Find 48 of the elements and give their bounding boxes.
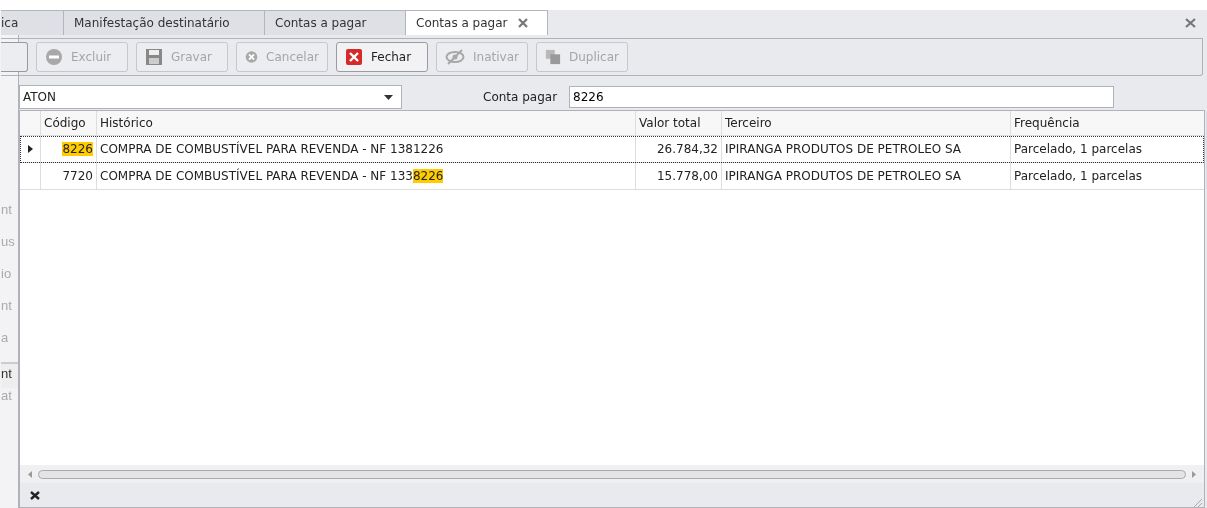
table-cell: Parcelado, 1 parcelas [1011, 136, 1207, 162]
close-icon[interactable] [1185, 17, 1196, 28]
table-cell: 26.784,32 [636, 136, 722, 162]
table-row[interactable]: 7720 COMPRA DE COMBUSTÍVEL PARA REVENDA - NF 1338226 15.778,00 IPIRANGA PRODUTOS DE PETROLEO SA Parcelado, 1 parcelas [20, 163, 1204, 190]
table-row[interactable]: 8226 COMPRA DE COMBUSTÍVEL PARA REVENDA - NF 1381226 26.784,32 IPIRANGA PRODUTOS DE PETROLEO SA Parcelado, 1 parcelas [20, 136, 1204, 163]
close-icon [345, 48, 363, 66]
account-label: Conta pagar [483, 90, 559, 104]
partial-label: at [1, 388, 13, 405]
minus-icon [45, 48, 63, 66]
partial-label: a [1, 330, 10, 347]
partial-label: nt [1, 362, 18, 388]
partial-label: io [1, 266, 13, 283]
scroll-left-icon[interactable] [28, 470, 32, 478]
resize-grip-icon[interactable] [1192, 497, 1202, 507]
table-cell: 8226 [41, 136, 97, 162]
column-header[interactable]: Histórico [97, 111, 636, 135]
table-cell: COMPRA DE COMBUSTÍVEL PARA REVENDA - NF 1338226 [97, 163, 636, 189]
tab[interactable]: Contas a pagar [264, 10, 406, 35]
column-header[interactable]: Frequência [1011, 111, 1207, 135]
tab[interactable]: Manifestação destinatário [63, 10, 265, 35]
partial-label: us [1, 234, 16, 251]
column-header[interactable]: Código [41, 111, 97, 135]
table-cell: 15.778,00 [636, 163, 722, 189]
tab[interactable]: ica [1, 10, 64, 35]
tab[interactable]: Contas a pagar [405, 10, 548, 35]
table-cell: IPIRANGA PRODUTOS DE PETROLEO SA [722, 136, 1011, 162]
scrollbar-thumb[interactable] [38, 469, 1186, 479]
column-header[interactable]: Valor total [636, 111, 722, 135]
crossed-eye-icon [445, 49, 465, 65]
table-cell: COMPRA DE COMBUSTÍVEL PARA REVENDA - NF 1381226 [97, 136, 636, 162]
scroll-right-icon[interactable] [1192, 470, 1196, 478]
column-header[interactable]: Terceiro [722, 111, 1011, 135]
partial-label: nt [1, 202, 13, 219]
close-icon[interactable] [517, 18, 528, 28]
dropdown-arrow-icon [384, 94, 393, 100]
table-cell: 7720 [41, 163, 97, 189]
copy-icon [545, 48, 561, 66]
partial-label: nt [1, 298, 13, 315]
cancel-icon [245, 48, 259, 66]
toolbar-button[interactable] [1, 42, 28, 72]
save-icon [145, 48, 163, 66]
toolbar-button[interactable]: Fechar [336, 42, 428, 72]
company-dropdown[interactable]: ATON [19, 85, 402, 109]
clear-filter-icon[interactable] [30, 490, 40, 500]
account-field[interactable]: 8226 [569, 86, 1114, 108]
row-pointer-icon [27, 145, 33, 153]
table-cell: Parcelado, 1 parcelas [1011, 163, 1207, 189]
table-cell: IPIRANGA PRODUTOS DE PETROLEO SA [722, 163, 1011, 189]
